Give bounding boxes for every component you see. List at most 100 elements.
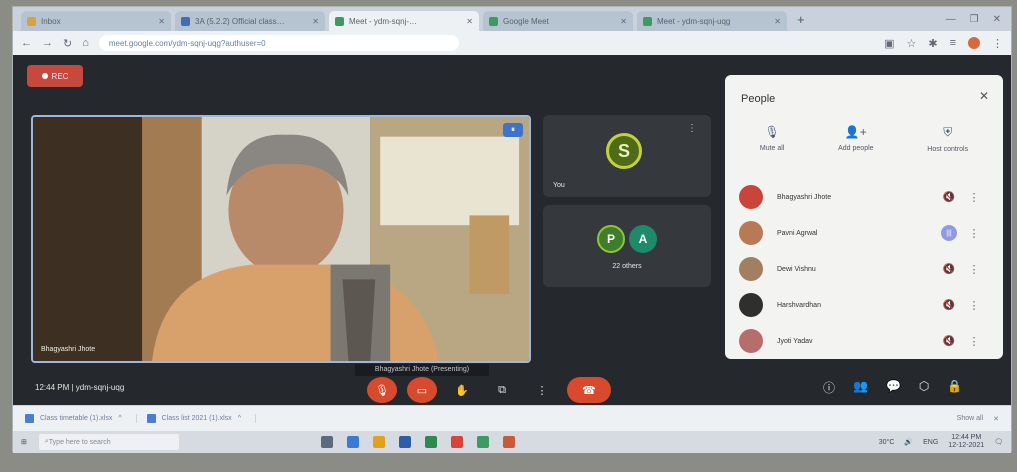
more-options-icon[interactable]: ⋮ xyxy=(959,191,989,204)
tab-favicon-icon xyxy=(27,16,36,26)
participant-list: Bhagyashri Jhote 🔇 ⋮ Pavni Agrwal ||| ⋮ … xyxy=(725,179,1003,359)
browser-tab[interactable]: Google Meet ✕ xyxy=(483,11,633,31)
meeting-info: 12:44 PM | ydm-sqnj-uqg xyxy=(35,383,125,392)
download-item[interactable]: Class timetable (1).xlsx ^ xyxy=(25,414,137,423)
participant-name: Dewi Vishnu xyxy=(777,265,816,273)
meet-icon[interactable] xyxy=(476,436,489,448)
add-people-button[interactable]: 👤+ Add people xyxy=(838,125,873,153)
back-icon[interactable]: ← xyxy=(21,37,32,49)
chat-icon[interactable]: 💬 xyxy=(886,379,901,396)
camera-toggle-button[interactable]: ▭ xyxy=(407,377,437,403)
taskbar-search[interactable]: ⌕ Type here to search xyxy=(38,434,179,450)
volume-icon[interactable]: 🔊 xyxy=(904,438,913,446)
file-icon xyxy=(146,414,156,423)
maximize-button[interactable]: ❐ xyxy=(970,14,979,25)
profile-avatar[interactable] xyxy=(968,37,980,49)
meet-stage: REC ⏸ Bhagyashri Jhote S ⋮ You P A 22 ot… xyxy=(13,55,1011,405)
tab-label: Google Meet xyxy=(503,16,549,26)
menu-icon[interactable]: ⋮ xyxy=(992,37,1003,50)
language-indicator[interactable]: ENG xyxy=(923,439,938,446)
mute-all-button[interactable]: 🎙 Mute all xyxy=(760,125,785,153)
camera-icon[interactable]: ▣ xyxy=(884,37,894,50)
tab-favicon-icon xyxy=(335,16,344,26)
participant-tile-self[interactable]: S ⋮ You xyxy=(543,115,711,197)
speaker-video-frame xyxy=(33,117,529,361)
host-controls-button[interactable]: ⛨ Host controls xyxy=(927,125,968,153)
participant-row[interactable]: Harshvardhan 🔇 ⋮ xyxy=(725,287,1003,323)
end-call-button[interactable]: ☎ xyxy=(567,377,611,403)
browser-tab[interactable]: Inbox ✕ xyxy=(21,11,171,31)
browser-tab[interactable]: 3A (5.2.2) Official class… ✕ xyxy=(175,11,325,31)
home-icon[interactable]: ⌂ xyxy=(82,37,89,49)
people-icon[interactable]: 👥 xyxy=(853,379,868,396)
mic-muted-icon[interactable]: 🔇 xyxy=(939,264,959,275)
participant-name: Harshvardhan xyxy=(777,301,821,309)
meet-control-bar: 12:44 PM | ydm-sqnj-uqg 🎙 ▭ ✋ ⧉ ⋮ ☎ ⓘ 👥 … xyxy=(13,373,1011,405)
task-view-icon[interactable] xyxy=(320,436,333,448)
more-options-icon[interactable]: ⋮ xyxy=(959,227,989,240)
chevron-up-icon[interactable]: ^ xyxy=(238,415,241,422)
mic-toggle-button[interactable]: 🎙 xyxy=(367,377,397,403)
close-tab-icon[interactable]: ✕ xyxy=(774,17,781,26)
pin-icon[interactable]: ⏸ xyxy=(503,123,523,137)
edge-icon[interactable] xyxy=(346,436,359,448)
present-button[interactable]: ⧉ xyxy=(487,377,517,403)
more-options-icon[interactable]: ⋮ xyxy=(687,123,697,134)
avatar xyxy=(739,221,763,245)
info-icon[interactable]: ⓘ xyxy=(823,379,835,396)
url-field[interactable]: meet.google.com/ydm-sqnj-uqg?authuser=0 xyxy=(98,35,459,51)
notification-icon[interactable]: 🗨 xyxy=(994,438,1003,446)
taskbar: ⊞ ⌕ Type here to search 30°C 🔊 ENG 12:44… xyxy=(13,431,1011,453)
close-window-button[interactable]: ✕ xyxy=(993,14,1001,25)
main-video[interactable]: ⏸ Bhagyashri Jhote xyxy=(31,115,531,363)
browser-tab[interactable]: Meet - ydm-sqnj-uqg ✕ xyxy=(637,11,787,31)
file-explorer-icon[interactable] xyxy=(372,436,385,448)
more-options-icon[interactable]: ⋮ xyxy=(959,335,989,348)
star-icon[interactable]: ☆ xyxy=(906,37,916,50)
chevron-up-icon[interactable]: ^ xyxy=(118,415,121,422)
participant-row[interactable]: Bhagyashri Jhote 🔇 ⋮ xyxy=(725,179,1003,215)
window-controls: — ❐ ✕ xyxy=(946,14,1011,25)
close-tab-icon[interactable]: ✕ xyxy=(466,17,473,26)
mic-muted-icon[interactable]: 🔇 xyxy=(939,336,959,347)
reading-list-icon[interactable]: ≡ xyxy=(950,37,956,49)
participant-row[interactable]: Pavni Agrwal ||| ⋮ xyxy=(725,215,1003,251)
toolbar-right: ▣ ☆ ✱ ≡ ⋮ xyxy=(884,37,1003,50)
close-icon[interactable]: ✕ xyxy=(993,415,999,423)
raise-hand-button[interactable]: ✋ xyxy=(447,377,477,403)
clock[interactable]: 12:44 PM 12-12-2021 xyxy=(948,434,984,450)
reload-icon[interactable]: ↻ xyxy=(63,37,72,50)
chrome-icon[interactable] xyxy=(450,436,463,448)
more-options-button[interactable]: ⋮ xyxy=(527,377,557,403)
new-tab-button[interactable]: + xyxy=(791,12,811,27)
avatar xyxy=(739,329,763,353)
activities-icon[interactable]: ⬡ xyxy=(919,379,929,396)
participant-tile-others[interactable]: P A 22 others xyxy=(543,205,711,287)
recording-label: REC xyxy=(51,71,69,81)
excel-icon[interactable] xyxy=(424,436,437,448)
forward-icon[interactable]: → xyxy=(42,37,53,49)
store-icon[interactable] xyxy=(398,436,411,448)
close-tab-icon[interactable]: ✕ xyxy=(158,17,165,26)
more-options-icon[interactable]: ⋮ xyxy=(959,299,989,312)
close-tab-icon[interactable]: ✕ xyxy=(620,17,627,26)
host-lock-icon[interactable]: 🔒 xyxy=(947,379,962,396)
file-icon xyxy=(25,414,34,423)
close-icon[interactable]: ✕ xyxy=(979,89,989,103)
close-tab-icon[interactable]: ✕ xyxy=(312,17,319,26)
weather-temperature[interactable]: 30°C xyxy=(879,439,895,446)
powerpoint-icon[interactable] xyxy=(502,436,515,448)
mic-muted-icon[interactable]: 🔇 xyxy=(939,192,959,203)
clock-time: 12:44 PM xyxy=(951,434,982,441)
minimize-button[interactable]: — xyxy=(946,14,956,25)
show-all-link[interactable]: Show all xyxy=(957,415,983,422)
mic-muted-icon[interactable]: 🔇 xyxy=(939,300,959,311)
browser-tab-active[interactable]: Meet - ydm-sqnj-… ✕ xyxy=(329,11,479,31)
download-item[interactable]: Class list 2021 (1).xlsx ^ xyxy=(146,414,256,423)
phone-hangup-icon: ☎ xyxy=(582,384,596,397)
windows-start-icon[interactable]: ⊞ xyxy=(21,438,27,446)
participant-row[interactable]: Jyoti Yadav 🔇 ⋮ xyxy=(725,323,1003,359)
extensions-icon[interactable]: ✱ xyxy=(928,37,937,50)
more-options-icon[interactable]: ⋮ xyxy=(959,263,989,276)
participant-row[interactable]: Dewi Vishnu 🔇 ⋮ xyxy=(725,251,1003,287)
